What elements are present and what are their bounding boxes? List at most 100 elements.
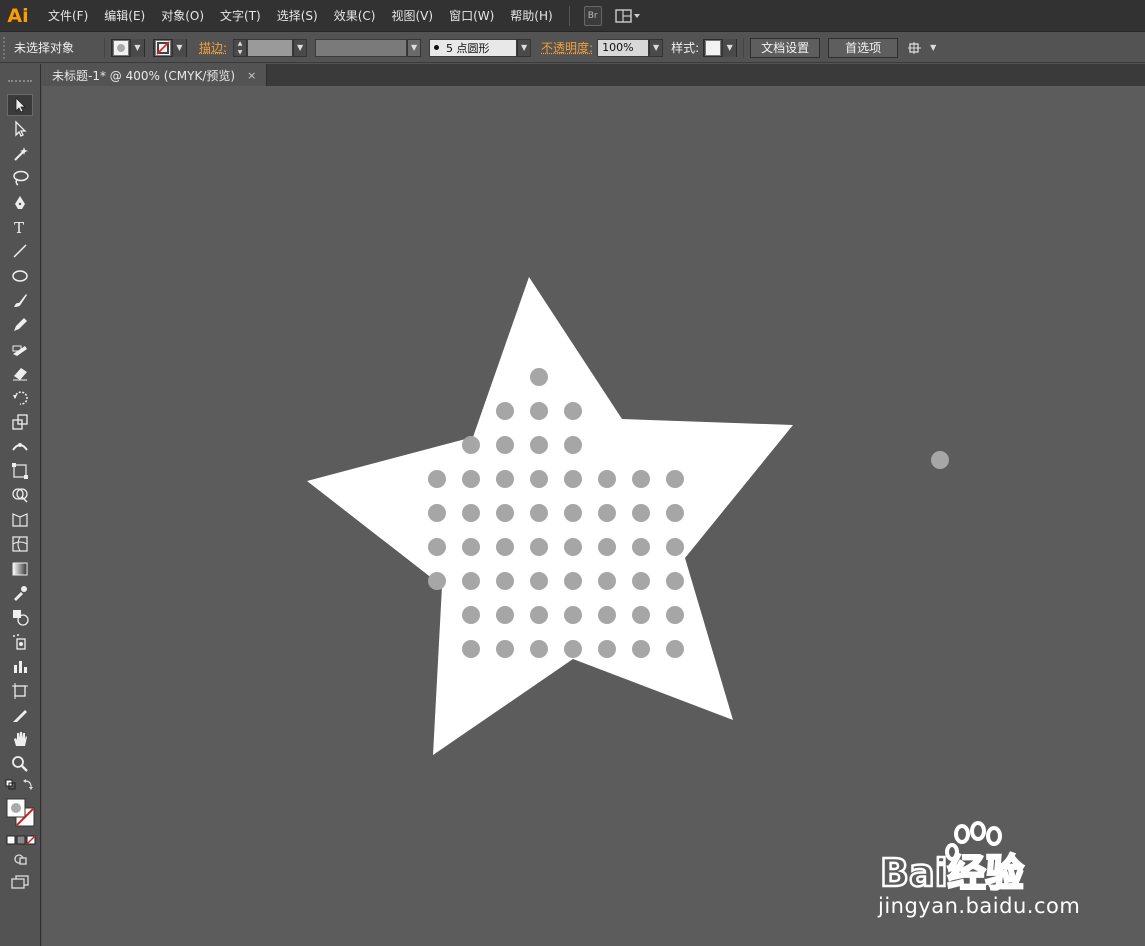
stepper-up-icon[interactable]: ▲ [238,40,243,47]
width-tool-button[interactable] [7,436,33,458]
stroke-weight-stepper[interactable]: ▲ ▼ [233,38,248,57]
artwork [307,277,949,755]
fill-stroke-indicator[interactable] [6,798,36,828]
draw-normal-icon [14,854,27,865]
star-shape[interactable] [307,277,793,755]
paintbrush-tool-button[interactable] [7,289,33,311]
fill-dropdown-arrow-icon[interactable]: ▼ [130,38,144,57]
width-tool-icon [12,442,28,451]
control-bar-grip[interactable] [3,36,9,59]
graphic-style-control[interactable]: ▼ [703,38,738,57]
screen-mode-icon [11,875,29,889]
zoom-tool-button[interactable] [7,753,33,775]
pattern-dot [462,606,480,624]
control-bar: 未选择对象 ▼ ▼ 描边: ▲ ▼ ▼ ▼ 5 点圆形 ▼ 不透明度: 100%… [0,33,1145,63]
swap-fill-stroke-icon [5,779,33,790]
stroke-weight-input[interactable] [247,38,294,57]
ellipse-tool-button[interactable] [7,265,33,287]
artboard-canvas[interactable] [42,86,1145,946]
pattern-dot [428,572,446,590]
stray-dot[interactable] [931,451,949,469]
menu-effect[interactable]: 效果(C) [326,0,384,32]
menu-view[interactable]: 视图(V) [383,0,441,32]
watermark-brand-text: Bai经验 [880,851,1024,894]
blend-tool-button[interactable] [7,606,33,628]
close-tab-icon[interactable]: × [247,69,256,82]
stroke-label[interactable]: 描边: [199,39,227,56]
menu-object[interactable]: 对象(O) [153,0,212,32]
blob-brush-tool-button[interactable] [7,338,33,360]
pattern-dot [428,504,446,522]
opacity-dropdown-icon[interactable]: ▼ [649,38,664,57]
artboard-tool-button[interactable] [7,680,33,702]
menu-window[interactable]: 窗口(W) [441,0,502,32]
pattern-dot [632,538,650,556]
blob-brush-tool-icon [12,345,27,356]
drawing-mode-button[interactable] [12,852,30,866]
pencil-tool-button[interactable] [7,314,33,336]
menu-edit[interactable]: 编辑(E) [96,0,153,32]
eraser-tool-button[interactable] [7,362,33,384]
variable-width-profile[interactable] [315,38,408,57]
shape-builder-tool-icon [12,488,28,503]
stepper-down-icon[interactable]: ▼ [238,49,243,56]
fill-swatch[interactable] [113,39,129,56]
menu-help[interactable]: 帮助(H) [502,0,560,32]
pattern-dot [598,504,616,522]
pattern-dot [598,538,616,556]
menu-type[interactable]: 文字(T) [212,0,269,32]
blend-tool-icon [13,610,29,627]
symbol-sprayer-tool-button[interactable] [7,631,33,653]
slice-tool-button[interactable] [7,704,33,726]
pattern-dot [530,606,548,624]
stroke-dropdown-arrow-icon[interactable]: ▼ [172,38,186,57]
bridge-button[interactable]: Br [583,5,602,26]
fill-color-control[interactable]: ▼ [111,38,145,57]
document-tab[interactable]: 未标题-1* @ 400% (CMYK/预览) × [42,64,268,86]
rotate-tool-icon [13,391,28,405]
panel-options-button[interactable]: ▼ [908,41,936,55]
panel-options-arrow-icon[interactable]: ▼ [930,43,936,52]
direct-selection-tool-button[interactable] [7,118,33,140]
column-graph-tool-button[interactable] [7,655,33,677]
brush-dropdown-icon[interactable]: ▼ [517,38,532,57]
eyedropper-tool-icon [14,586,27,601]
lasso-tool-button[interactable] [7,167,33,189]
stroke-swatch-none[interactable] [155,39,171,56]
shape-builder-tool-button[interactable] [7,484,33,506]
arrange-documents-button[interactable] [614,6,642,26]
profile-dropdown-icon[interactable]: ▼ [407,38,422,57]
screen-mode-button[interactable] [10,874,30,890]
menu-select[interactable]: 选择(S) [269,0,326,32]
style-dropdown-icon[interactable]: ▼ [722,38,737,57]
opacity-input[interactable]: 100% [597,38,650,57]
stroke-color-control[interactable]: ▼ [153,38,187,57]
opacity-label[interactable]: 不透明度: [541,39,593,56]
rotate-tool-button[interactable] [7,387,33,409]
brush-definition[interactable]: 5 点圆形 [429,38,518,57]
eyedropper-tool-button[interactable] [7,582,33,604]
pattern-dot [598,640,616,658]
selection-tool-button[interactable] [7,94,33,116]
scale-tool-button[interactable] [7,411,33,433]
mesh-tool-button[interactable] [7,533,33,555]
tools-panel-grip[interactable] [8,80,32,84]
selection-status: 未选择对象 [14,41,75,55]
free-transform-tool-button[interactable] [7,460,33,482]
perspective-grid-tool-button[interactable] [7,509,33,531]
line-tool-button[interactable] [7,240,33,262]
hand-tool-button[interactable] [7,728,33,750]
pattern-dot [666,538,684,556]
perspective-grid-tool-icon [12,512,28,527]
type-tool-button[interactable]: T [7,216,33,238]
preferences-button[interactable]: 首选项 [828,37,899,58]
graphic-style-swatch[interactable] [705,39,722,56]
stroke-weight-dropdown-icon[interactable]: ▼ [293,38,308,57]
menu-file[interactable]: 文件(F) [40,0,96,32]
default-colors-swap[interactable] [5,778,35,790]
document-setup-button[interactable]: 文档设置 [750,37,821,58]
color-mode-buttons[interactable] [6,834,36,845]
gradient-tool-button[interactable] [7,558,33,580]
pen-tool-button[interactable] [7,192,33,214]
magic-wand-tool-button[interactable] [7,143,33,165]
